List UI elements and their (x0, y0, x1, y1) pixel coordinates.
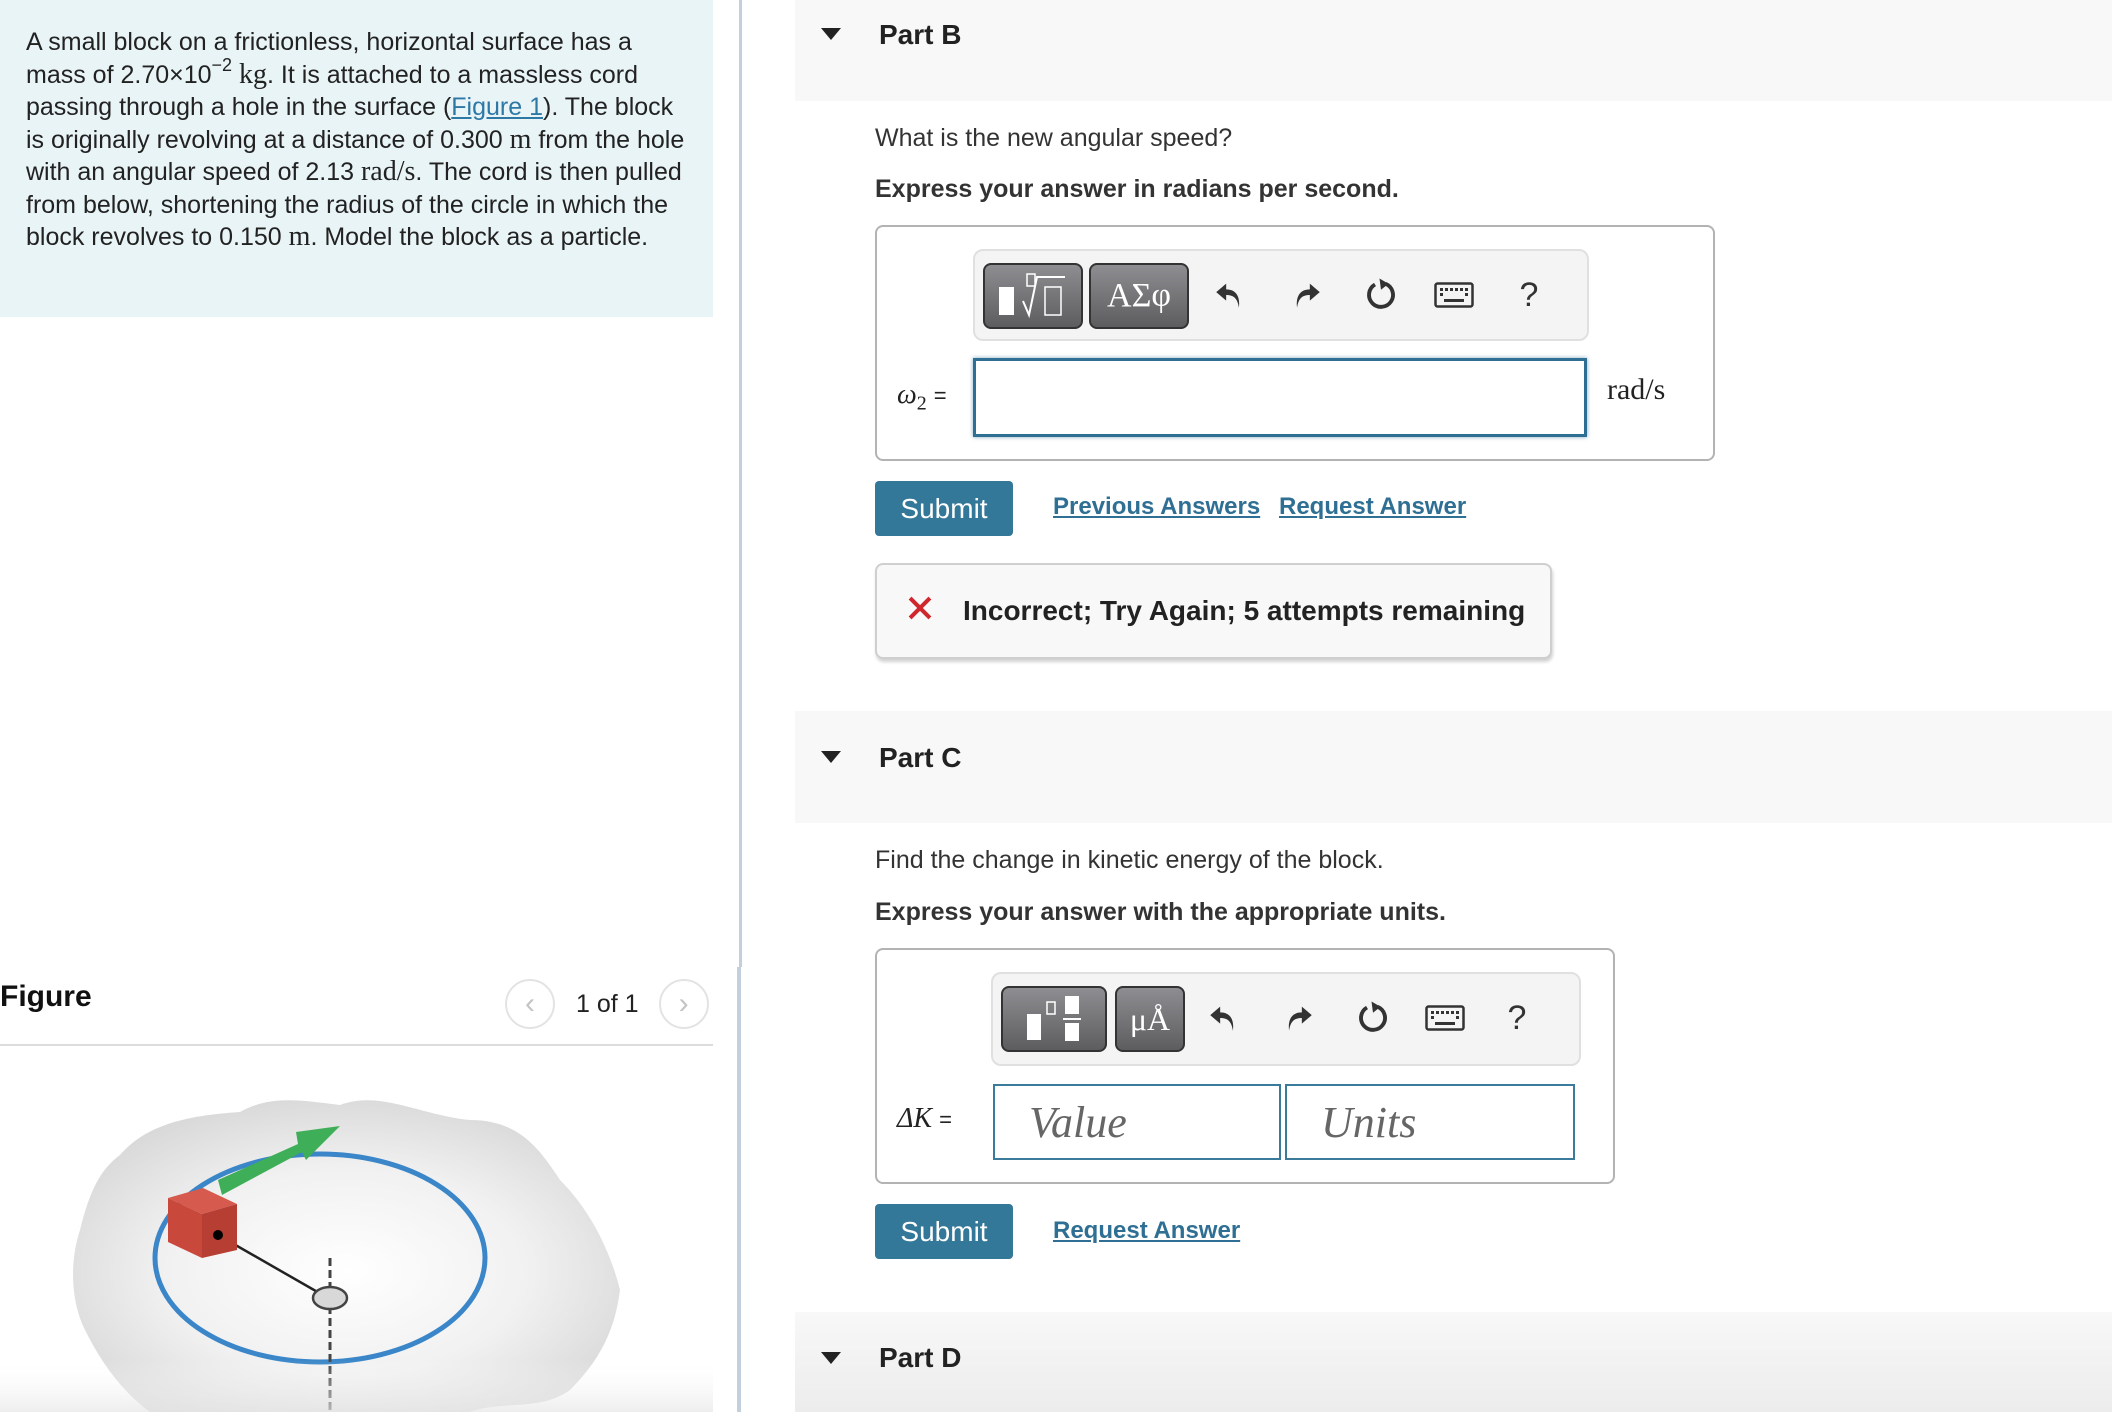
unit-meters: m (288, 221, 311, 252)
variable-symbol: ω (897, 379, 917, 410)
templates-fraction-icon (1027, 996, 1081, 1041)
equals-sign: = (939, 1107, 952, 1132)
figure-image (0, 1060, 713, 1412)
mass-unit: kg (239, 58, 268, 90)
delta-k-label: ΔK = (897, 1103, 952, 1135)
collapse-caret-icon[interactable] (821, 1352, 841, 1364)
part-c-answer-box: μÅ ? ΔK = (875, 948, 1615, 1184)
part-b-question: What is the new angular speed? (875, 124, 1233, 152)
keyboard-icon[interactable] (1423, 996, 1467, 1040)
previous-answers-link[interactable]: Previous Answers (1053, 493, 1260, 521)
part-b-header[interactable]: Part B (795, 0, 2112, 101)
help-icon[interactable]: ? (1507, 273, 1551, 317)
part-d-header[interactable]: Part D (795, 1312, 2112, 1412)
part-c-instruction: Express your answer with the appropriate… (875, 898, 1446, 926)
incorrect-x-icon (908, 596, 932, 620)
feedback-message: Incorrect; Try Again; 5 attempts remaini… (963, 595, 1526, 626)
part-b-answer-box: ΑΣφ ? ω2 = rad/s (875, 225, 1715, 461)
equals-sign: = (933, 383, 947, 408)
figure-page-indicator: 1 of 1 (576, 989, 639, 1018)
omega-2-label: ω2 = (897, 379, 947, 416)
redo-icon[interactable] (1285, 273, 1329, 317)
figure-link[interactable]: Figure 1 (451, 93, 543, 121)
part-c-title: Part C (879, 742, 962, 773)
part-b-submit-button[interactable]: Submit (875, 481, 1013, 536)
reset-icon[interactable] (1359, 273, 1403, 317)
figure-title: Figure (0, 980, 92, 1013)
redo-icon[interactable] (1277, 996, 1321, 1040)
part-c-header[interactable]: Part C (795, 711, 2112, 823)
undo-icon[interactable] (1207, 273, 1251, 317)
templates-radical-icon (999, 273, 1065, 319)
panel-divider[interactable] (739, 0, 742, 967)
part-b-instruction: Express your answer in radians per secon… (875, 175, 1399, 203)
problem-text: . Model the block as a particle. (310, 223, 649, 251)
prev-figure-button[interactable]: ‹ (505, 979, 555, 1029)
panel-divider[interactable] (737, 967, 741, 1412)
templates-button[interactable] (1001, 986, 1107, 1052)
figure-divider (0, 1044, 713, 1046)
part-c-request-answer-link[interactable]: Request Answer (1053, 1217, 1240, 1245)
variable-subscript: 2 (916, 392, 927, 415)
collapse-caret-icon[interactable] (821, 28, 841, 40)
figure-pager: ‹ 1 of 1 › (505, 979, 709, 1029)
undo-icon[interactable] (1201, 996, 1245, 1040)
chevron-right-icon: › (678, 987, 689, 1020)
unit-meters: m (509, 123, 532, 155)
reset-icon[interactable] (1351, 996, 1395, 1040)
part-c-question: Find the change in kinetic energy of the… (875, 846, 1384, 874)
keyboard-icon[interactable] (1432, 273, 1476, 317)
chevron-left-icon: ‹ (525, 987, 535, 1020)
collapse-caret-icon[interactable] (821, 751, 841, 763)
greek-symbols-button[interactable]: ΑΣφ (1089, 263, 1189, 329)
next-figure-button[interactable]: › (658, 979, 709, 1029)
help-icon[interactable]: ? (1495, 996, 1539, 1040)
part-d-title: Part D (879, 1342, 962, 1373)
unit-rad-per-s: rad/s (1607, 373, 1666, 406)
part-b-title: Part B (879, 19, 962, 50)
math-toolbar: ΑΣφ ? (973, 249, 1589, 341)
angular-speed-input[interactable] (973, 358, 1587, 437)
mass-exponent: −2 (211, 54, 233, 75)
units-input[interactable] (1285, 1084, 1575, 1160)
units-button[interactable]: μÅ (1115, 986, 1185, 1052)
units-toolbar: μÅ ? (991, 972, 1581, 1066)
feedback-incorrect: Incorrect; Try Again; 5 attempts remaini… (875, 563, 1552, 659)
value-input[interactable] (993, 1084, 1281, 1160)
problem-statement: A small block on a frictionless, horizon… (0, 0, 713, 317)
variable-symbol: ΔK (897, 1103, 933, 1134)
templates-button[interactable] (983, 263, 1083, 329)
unit-rad-per-s: rad/s (360, 156, 416, 187)
part-c-submit-button[interactable]: Submit (875, 1204, 1013, 1259)
part-b-request-answer-link[interactable]: Request Answer (1279, 493, 1466, 521)
